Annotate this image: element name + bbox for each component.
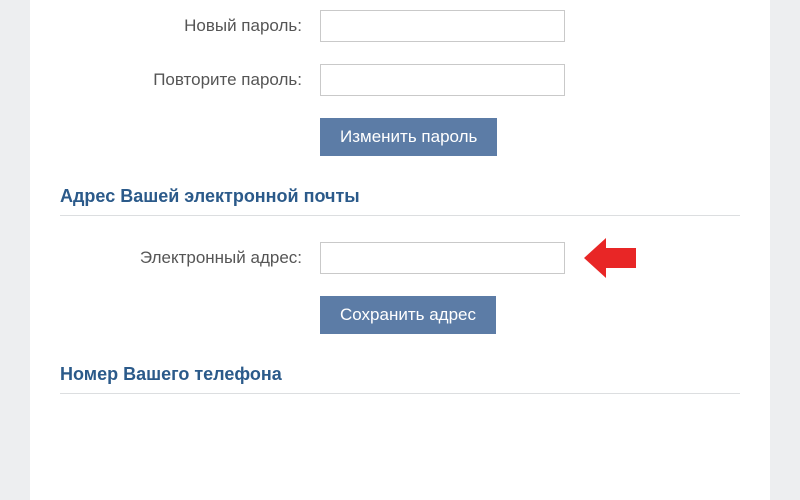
change-password-button-row: Изменить пароль [60, 118, 740, 156]
save-email-button-row: Сохранить адрес [60, 296, 740, 334]
new-password-label: Новый пароль: [60, 16, 320, 36]
email-section-title: Адрес Вашей электронной почты [60, 186, 740, 216]
new-password-input[interactable] [320, 10, 565, 42]
button-offset [60, 296, 320, 334]
email-row-wrap: Электронный адрес: [60, 242, 740, 274]
button-offset [60, 118, 320, 156]
save-email-button[interactable]: Сохранить адрес [320, 296, 496, 334]
repeat-password-input[interactable] [320, 64, 565, 96]
email-label: Электронный адрес: [60, 248, 320, 268]
repeat-password-label: Повторите пароль: [60, 70, 320, 90]
phone-section-title: Номер Вашего телефона [60, 364, 740, 394]
settings-panel: Новый пароль: Повторите пароль: Изменить… [30, 0, 770, 500]
pointer-arrow-icon [584, 238, 636, 278]
email-row: Электронный адрес: [60, 242, 740, 274]
new-password-row: Новый пароль: [60, 10, 740, 42]
change-password-button[interactable]: Изменить пароль [320, 118, 497, 156]
repeat-password-row: Повторите пароль: [60, 64, 740, 96]
email-input[interactable] [320, 242, 565, 274]
